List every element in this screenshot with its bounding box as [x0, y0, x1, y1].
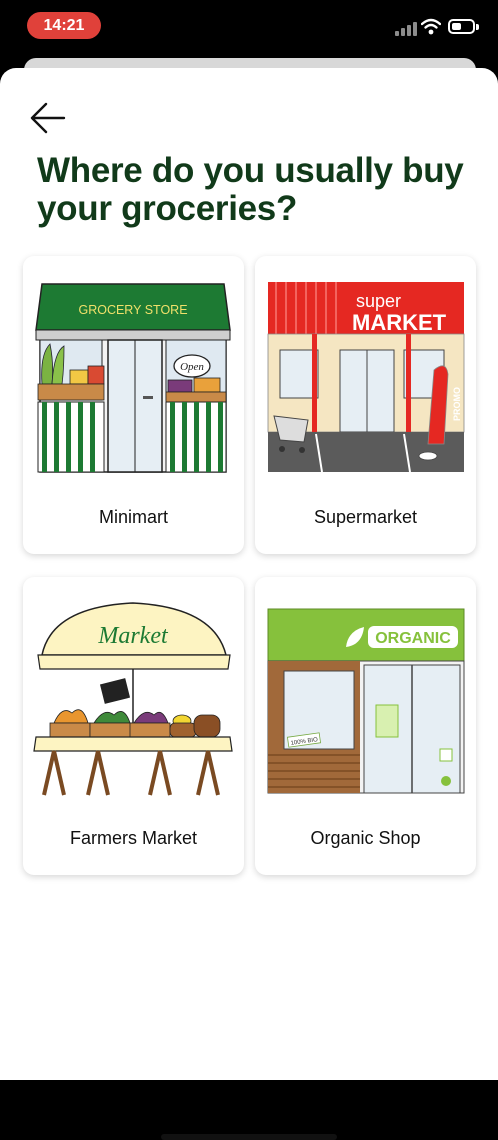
farmers-market-illustration: Market: [33, 602, 233, 796]
wifi-icon: [421, 18, 441, 35]
option-organic-shop[interactable]: ORGANIC 100% BIO Organic Shop: [255, 577, 476, 875]
home-indicator[interactable]: [161, 1134, 337, 1140]
page-title: Where do you usually buy your groceries?: [37, 151, 464, 228]
awning-sign: GROCERY STORE: [78, 303, 187, 317]
battery-icon: [448, 19, 475, 34]
sign-market: MARKET: [352, 310, 447, 335]
back-arrow-icon[interactable]: [28, 100, 68, 136]
option-minimart[interactable]: GROCERY STORE Open Minimart: [23, 256, 244, 554]
open-sign: Open: [180, 361, 204, 373]
option-label: Farmers Market: [69, 828, 197, 848]
option-label: Minimart: [98, 507, 168, 527]
question-sheet: Where do you usually buy your groceries?…: [0, 68, 498, 1140]
option-label: Supermarket: [313, 507, 418, 527]
canopy-sign: Market: [97, 623, 169, 649]
organic-sign: ORGANIC: [375, 630, 451, 647]
signal-icon: [395, 20, 417, 36]
battery-tip: [476, 24, 479, 30]
option-farmers-market[interactable]: Market Farmers Market: [23, 577, 244, 875]
status-time: 14:21: [27, 12, 101, 39]
option-label: Organic Shop: [310, 828, 421, 848]
supermarket-illustration: super MARKET PROMO: [267, 282, 465, 473]
promo-flag: PROMO: [452, 387, 462, 421]
grocery-store-illustration: GROCERY STORE Open: [35, 283, 231, 473]
status-bar: 14:21: [0, 0, 498, 52]
sign-super: super: [356, 291, 401, 311]
organic-shop-illustration: ORGANIC 100% BIO: [267, 608, 465, 794]
option-supermarket[interactable]: super MARKET PROMO Supermarket: [255, 256, 476, 554]
